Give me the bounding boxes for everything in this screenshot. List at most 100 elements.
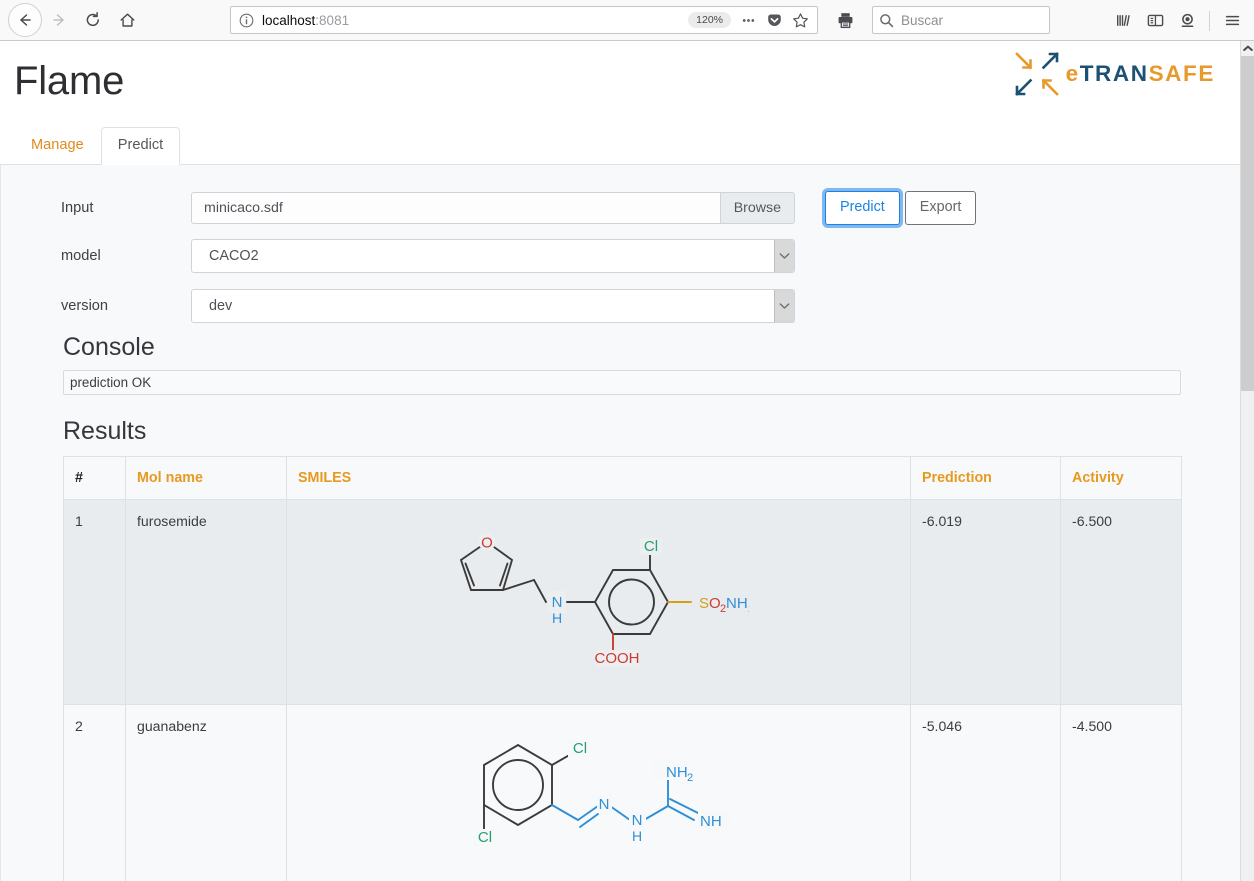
pocket-button[interactable]: [761, 8, 787, 32]
brand-prefix: e: [1065, 61, 1080, 86]
bookmark-button[interactable]: [787, 8, 813, 32]
row-num: 1: [63, 498, 126, 705]
predict-button[interactable]: Predict: [825, 191, 900, 225]
account-button[interactable]: [1171, 5, 1203, 37]
results-heading: Results: [63, 416, 147, 445]
search-input[interactable]: Buscar: [901, 13, 943, 28]
browse-button[interactable]: Browse: [719, 191, 795, 224]
browser-toolbar: localhost:8081 120% Buscar: [0, 0, 1254, 41]
page-actions-button[interactable]: [735, 8, 761, 32]
column-header-smiles[interactable]: SMILES: [286, 455, 911, 500]
reload-button[interactable]: [76, 3, 110, 37]
column-header-num[interactable]: #: [63, 455, 126, 500]
sidebar-icon: [1147, 14, 1163, 27]
star-icon: [792, 12, 808, 27]
row-num: 2: [63, 703, 126, 881]
sulfonamide-s-label: S: [699, 595, 709, 612]
search-icon: [879, 13, 894, 28]
chevron-down-icon[interactable]: [774, 239, 794, 272]
sulfonamide-nh-sub: 2: [748, 603, 749, 615]
home-icon: [120, 13, 134, 27]
model-select-value: CACO2: [209, 247, 259, 264]
brand-text: eTRANSAFE: [1066, 61, 1215, 87]
file-input-group: minicaco.sdf Browse: [191, 191, 795, 224]
export-button[interactable]: Export: [904, 191, 977, 225]
hydrazone-n-label: N: [631, 812, 642, 829]
hamburger-menu-icon: [1225, 15, 1239, 26]
results-section: Results # Mol name SMILES Prediction Act…: [1, 416, 1240, 881]
printer-icon: [838, 12, 852, 28]
amine-h-label: H: [551, 610, 561, 626]
amino-nh2-label: NH: [666, 764, 688, 781]
web-page: Flame eTRANSAFE Manage Predict Input min…: [0, 41, 1240, 881]
library-button[interactable]: [1107, 5, 1139, 37]
sulfonamide-o-label: O: [709, 595, 721, 612]
page-content: Input minicaco.sdf Browse Predict Export…: [0, 165, 1240, 881]
row-mol-name: guanabenz: [125, 703, 287, 881]
toolbar-right-group: [1107, 0, 1248, 41]
row-activity: -6.500: [1060, 498, 1182, 705]
ellipsis-icon: [742, 18, 754, 22]
version-select-value: dev: [209, 297, 233, 314]
sidebar-button[interactable]: [1139, 5, 1171, 37]
hydrazone-h-label: H: [631, 828, 641, 844]
amine-n-label: N: [551, 594, 562, 611]
search-bar[interactable]: Buscar: [872, 6, 1050, 34]
page-viewport: Flame eTRANSAFE Manage Predict Input min…: [0, 41, 1254, 881]
input-row: Input minicaco.sdf Browse Predict Export: [1, 191, 1240, 225]
version-label: version: [61, 297, 109, 314]
tab-manage[interactable]: Manage: [14, 127, 101, 165]
amino-nh2-sub: 2: [687, 772, 693, 784]
menu-button[interactable]: [1216, 5, 1248, 37]
table-row: 1 furosemide O N H Cl S O 2 NH COOH -6.0…: [63, 498, 1182, 705]
print-button[interactable]: [828, 3, 862, 37]
column-header-mol-name[interactable]: Mol name: [125, 455, 287, 500]
chloro-bottom-label: Cl: [477, 829, 491, 846]
column-header-prediction[interactable]: Prediction: [910, 455, 1061, 500]
back-button[interactable]: [8, 3, 42, 37]
four-arrows-expand-icon: [1014, 51, 1060, 97]
toolbar-divider: [1209, 10, 1210, 31]
sulfonamide-nh-label: NH: [726, 595, 748, 612]
chloro-top-label: Cl: [572, 740, 586, 757]
url-host: localhost: [262, 12, 316, 28]
app-header: Flame eTRANSAFE: [0, 41, 1240, 129]
tab-predict[interactable]: Predict: [100, 127, 181, 165]
row-structure: Cl Cl N N H NH 2 NH: [286, 703, 911, 881]
model-select[interactable]: CACO2: [191, 238, 795, 273]
brand-tran: TRAN: [1079, 61, 1149, 86]
guanabenz-structure: Cl Cl N N H NH 2 NH: [473, 739, 732, 846]
account-icon: [1181, 13, 1193, 27]
row-structure: O N H Cl S O 2 NH COOH: [286, 498, 911, 705]
forward-button[interactable]: [42, 3, 76, 37]
results-table: # Mol name SMILES Prediction Activity 1 …: [63, 455, 1182, 881]
carboxyl-label: COOH: [594, 650, 639, 667]
results-table-body: 1 furosemide O N H Cl S O 2 NH COOH -6.0…: [63, 498, 1182, 881]
brand-safe: SAFE: [1148, 61, 1215, 86]
row-activity: -4.500: [1060, 703, 1182, 881]
chevron-down-icon[interactable]: [774, 289, 794, 322]
forward-arrow-icon: [53, 14, 64, 26]
back-arrow-icon: [20, 14, 31, 26]
info-circle-icon[interactable]: [239, 13, 254, 28]
url-bar[interactable]: localhost:8081 120%: [230, 6, 818, 34]
input-label: Input: [61, 199, 94, 216]
column-header-activity[interactable]: Activity: [1060, 455, 1182, 500]
row-prediction: -6.019: [910, 498, 1061, 705]
version-select[interactable]: dev: [191, 288, 795, 323]
zoom-level-badge[interactable]: 120%: [688, 11, 731, 29]
imine-n-label: N: [598, 796, 609, 813]
scrollbar-thumb[interactable]: [1241, 56, 1254, 391]
reload-icon: [86, 12, 99, 27]
tab-bar: Manage Predict: [0, 127, 1240, 165]
file-name-input[interactable]: minicaco.sdf: [191, 191, 720, 224]
row-mol-name: furosemide: [125, 498, 287, 705]
console-heading: Console: [63, 332, 155, 361]
scroll-up-button[interactable]: [1241, 41, 1254, 56]
furan-oxygen-label: O: [481, 534, 493, 551]
chloro-label: Cl: [643, 538, 657, 555]
version-row: version dev: [1, 288, 1240, 323]
page-scrollbar[interactable]: [1240, 41, 1254, 881]
home-button[interactable]: [110, 3, 144, 37]
etransafe-logo: eTRANSAFE: [1014, 51, 1215, 97]
